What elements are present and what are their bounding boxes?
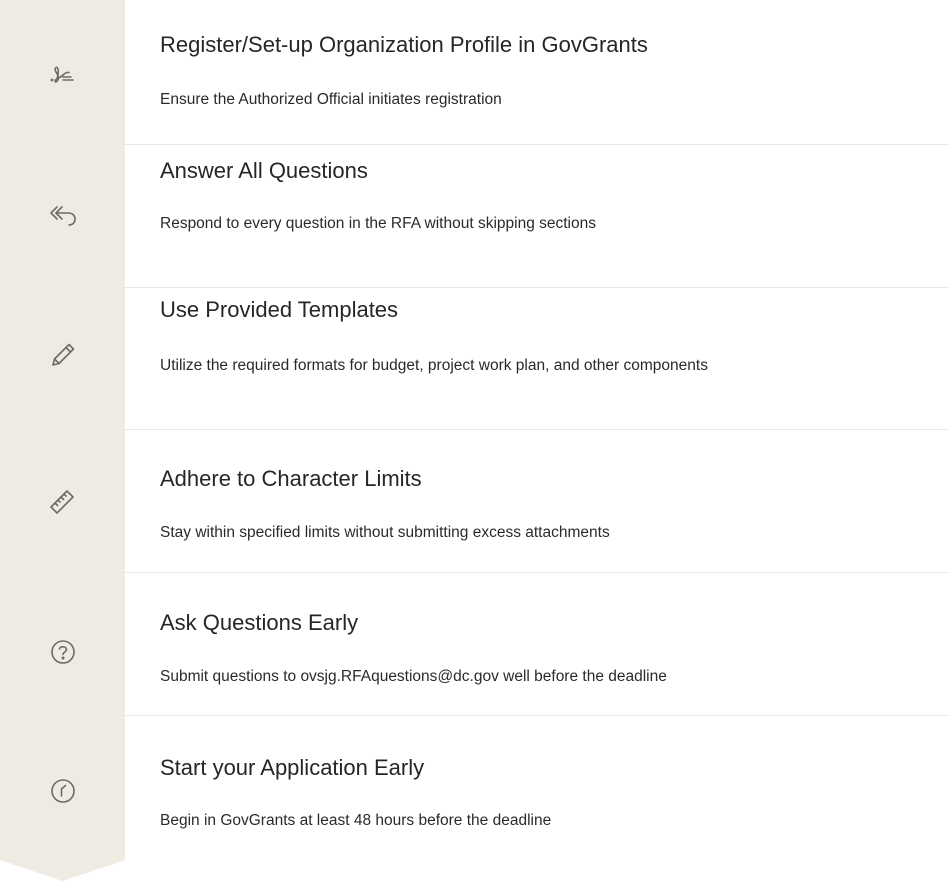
divider [125,715,949,716]
step-title: Adhere to Character Limits [160,466,422,491]
step-description: Ensure the Authorized Official initiates… [160,91,502,108]
step-description: Begin in GovGrants at least 48 hours bef… [160,812,552,829]
step-title: Start your Application Early [160,755,425,780]
ruler-icon [41,479,85,523]
step-description: Utilize the required formats for budget,… [160,357,708,374]
step-title: Use Provided Templates [160,297,399,322]
step-title: Answer All Questions [160,158,368,183]
divider [125,144,949,145]
step-description: Stay within specified limits without sub… [160,524,610,541]
step-title: Ask Questions Early [160,610,359,635]
divider [125,572,949,573]
divider [125,429,949,430]
step-description: Respond to every question in the RFA wit… [160,215,596,232]
reply-all-icon [41,192,85,236]
divider [125,287,949,288]
question-circle-icon [41,630,85,674]
clock-icon [41,769,85,813]
pencil-icon [41,333,85,377]
step-description: Submit questions to ovsjg.RFAquestions@d… [160,668,667,685]
signature-icon [41,52,85,96]
step-title: Register/Set-up Organization Profile in … [160,32,648,57]
